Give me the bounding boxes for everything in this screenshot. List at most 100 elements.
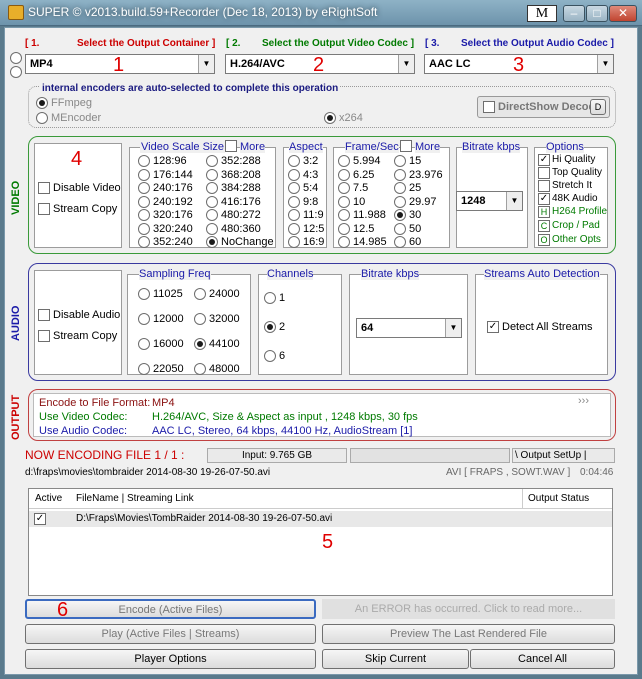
encode-button[interactable]: Encode (Active Files) xyxy=(25,599,316,619)
top-quality-checkbox[interactable] xyxy=(538,167,550,179)
minimize-button[interactable]: – xyxy=(563,5,585,22)
fps-14.985-radio[interactable] xyxy=(338,236,350,248)
fps-11.988-radio[interactable] xyxy=(338,209,350,221)
skip-current-button[interactable]: Skip Current xyxy=(322,649,469,669)
mode-m-button[interactable]: M xyxy=(527,5,557,22)
h264-profile-key[interactable]: H xyxy=(538,206,550,218)
aspect-12x5-radio[interactable] xyxy=(288,222,300,235)
crop-pad-label[interactable]: Crop / Pad xyxy=(552,220,600,231)
x264-radio[interactable] xyxy=(324,112,336,124)
scale-480x272-radio[interactable] xyxy=(206,209,218,221)
hi-quality-checkbox[interactable]: ✓ xyxy=(538,154,550,166)
scale-128x96-radio[interactable] xyxy=(138,155,150,167)
disable-audio-checkbox[interactable] xyxy=(38,309,50,321)
error-message[interactable]: An ERROR has occurred. Click to read mor… xyxy=(322,599,615,619)
freq-title: Sampling Freq xyxy=(139,268,211,280)
scale-more-checkbox[interactable] xyxy=(225,140,237,152)
audio-codec-value: AAC LC, Stereo, 64 kbps, 44100 Hz, Audio… xyxy=(152,425,413,437)
aspect-3x2-radio[interactable] xyxy=(288,155,300,167)
expand-arrows[interactable]: ››› xyxy=(578,395,589,407)
cancel-all-button[interactable]: Cancel All xyxy=(470,649,615,669)
freq-12000-radio[interactable] xyxy=(138,313,150,325)
freq-48000-radio[interactable] xyxy=(194,363,206,375)
mencoder-radio[interactable] xyxy=(36,112,48,124)
48k-audio-checkbox[interactable]: ✓ xyxy=(538,193,550,205)
channel-2-radio[interactable] xyxy=(264,321,276,333)
stretch-it-checkbox[interactable] xyxy=(538,180,550,192)
col-output-status[interactable]: Output Status xyxy=(528,493,589,504)
maximize-button[interactable]: □ xyxy=(586,5,608,22)
scale-320x176-radio[interactable] xyxy=(138,209,150,221)
detect-all-streams-checkbox[interactable]: ✓ xyxy=(487,321,499,333)
fps-30-radio[interactable] xyxy=(394,209,406,221)
fps-12.5-radio[interactable] xyxy=(338,222,350,235)
disable-video-checkbox[interactable] xyxy=(38,182,50,194)
scale-320x240-radio[interactable] xyxy=(138,222,150,235)
preview-button[interactable]: Preview The Last Rendered File xyxy=(322,624,615,644)
fps-5.994-radio[interactable] xyxy=(338,155,350,167)
freq-22050-radio[interactable] xyxy=(138,363,150,375)
channel-6-radio[interactable] xyxy=(264,350,276,362)
ffmpeg-radio[interactable] xyxy=(36,97,48,109)
fps-29.97-radio[interactable] xyxy=(394,195,406,208)
title-bar: SUPER © v2013.build.59+Recorder (Dec 18,… xyxy=(0,0,642,26)
video-label: VIDEO xyxy=(10,180,22,215)
scale-384x288-radio[interactable] xyxy=(206,182,218,194)
col-active[interactable]: Active xyxy=(35,493,62,504)
aspect-4x3-radio[interactable] xyxy=(288,168,300,181)
scale-352x288-radio[interactable] xyxy=(206,155,218,167)
row-active-checkbox[interactable]: ✓ xyxy=(34,513,46,525)
aspect-5x4-radio[interactable] xyxy=(288,182,300,194)
fps-25-radio[interactable] xyxy=(394,182,406,194)
fps-more-checkbox[interactable] xyxy=(400,140,412,152)
crop-pad-key[interactable]: C xyxy=(538,220,550,232)
freq-16000-radio[interactable] xyxy=(138,338,150,350)
close-button[interactable]: ✕ xyxy=(609,5,637,22)
scale-176x144-radio[interactable] xyxy=(138,168,150,181)
options-title: Options xyxy=(546,141,584,153)
aspect-9x8-radio[interactable] xyxy=(288,195,300,208)
fps-15-radio[interactable] xyxy=(394,155,406,167)
col-filename[interactable]: FileName | Streaming Link xyxy=(76,493,194,504)
aspect-16x9-radio[interactable] xyxy=(288,236,300,248)
freq-32000-radio[interactable] xyxy=(194,313,206,325)
scale-240x192-radio[interactable] xyxy=(138,195,150,208)
scale-352x240-radio[interactable] xyxy=(138,236,150,248)
aspect-11x9-radio[interactable] xyxy=(288,209,300,221)
freq-11025-radio[interactable] xyxy=(138,288,150,300)
fps-10-radio[interactable] xyxy=(338,195,350,208)
h264-profile-label[interactable]: H264 Profile xyxy=(552,206,607,217)
scale-368x208-radio[interactable] xyxy=(206,168,218,181)
fps-50-radio[interactable] xyxy=(394,222,406,235)
fps-6.25-radio[interactable] xyxy=(338,168,350,181)
fps-60-radio[interactable] xyxy=(394,236,406,248)
container-radio-2[interactable] xyxy=(10,66,22,78)
annotation-4: 4 xyxy=(71,148,83,170)
scale-240x176-radio[interactable] xyxy=(138,182,150,194)
fps-23.976-radio[interactable] xyxy=(394,168,406,181)
audio-stream-copy-checkbox[interactable] xyxy=(38,330,50,342)
player-options-button[interactable]: Player Options xyxy=(25,649,316,669)
freq-24000-radio[interactable] xyxy=(194,288,206,300)
video-stream-copy-checkbox[interactable] xyxy=(38,203,50,215)
scale-416x176-radio[interactable] xyxy=(206,195,218,208)
audio-disable-panel xyxy=(34,270,122,375)
container-radio-1[interactable] xyxy=(10,52,22,64)
other-opts-label[interactable]: Other Opts xyxy=(552,234,601,245)
table-row[interactable]: ✓ D:\Fraps\Movies\TombRaider 2014-08-30 … xyxy=(29,511,612,527)
other-opts-key[interactable]: O xyxy=(538,234,550,246)
fps-7.5-radio[interactable] xyxy=(338,182,350,194)
play-button[interactable]: Play (Active Files | Streams) xyxy=(25,624,316,644)
channel-1-radio[interactable] xyxy=(264,292,276,304)
directshow-checkbox[interactable] xyxy=(483,101,495,113)
scale-NoChange-radio[interactable] xyxy=(206,236,218,248)
freq-44100-radio[interactable] xyxy=(194,338,206,350)
directshow-d-button[interactable]: D xyxy=(590,99,606,115)
video-bitrate-select[interactable]: 1248 ▼ xyxy=(456,191,523,211)
progress-bar xyxy=(350,448,510,463)
audio-bitrate-select[interactable]: 64 ▼ xyxy=(356,318,462,338)
freq-12000-label: 12000 xyxy=(153,313,184,325)
current-file-path: d:\fraps\movies\tombraider 2014-08-30 19… xyxy=(25,467,271,478)
output-setup-button[interactable]: \ Output SetUp | xyxy=(512,448,615,463)
scale-480x360-radio[interactable] xyxy=(206,222,218,235)
